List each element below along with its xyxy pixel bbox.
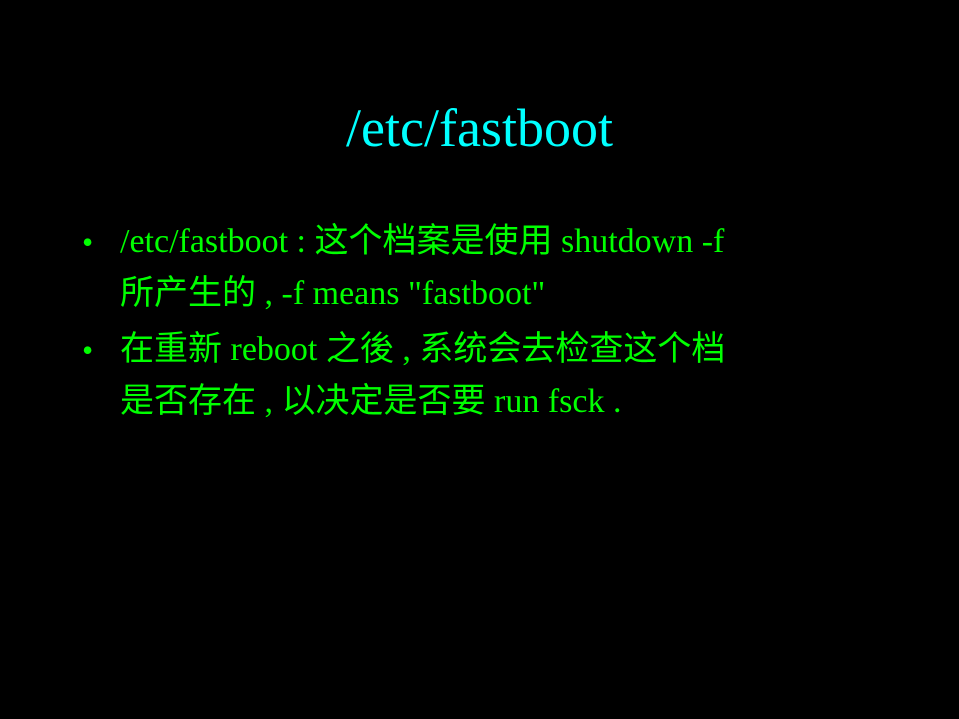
bullet-marker: • <box>82 224 94 260</box>
bullet-item-2: • 在重新 reboot 之後 , 系统会去检查这个档 是否存在 , 以决定是否… <box>82 324 912 428</box>
bullet-text-line: 在重新 reboot 之後 , 系统会去检查这个档 <box>120 331 726 368</box>
slide-title: /etc/fastboot <box>346 98 613 158</box>
slide: /etc/fastboot • /etc/fastboot : 这个档案是使用 … <box>0 0 959 719</box>
bullet-text-line: 所产生的 , -f means "fastboot" <box>120 275 546 312</box>
bullet-list: • /etc/fastboot : 这个档案是使用 shutdown -f 所产… <box>82 216 912 432</box>
bullet-item-1: • /etc/fastboot : 这个档案是使用 shutdown -f 所产… <box>82 216 912 320</box>
bullet-text-line: /etc/fastboot : 这个档案是使用 shutdown -f <box>120 223 725 260</box>
bullet-text-line: 是否存在 , 以决定是否要 run fsck . <box>120 383 622 420</box>
bullet-marker: • <box>82 332 94 368</box>
